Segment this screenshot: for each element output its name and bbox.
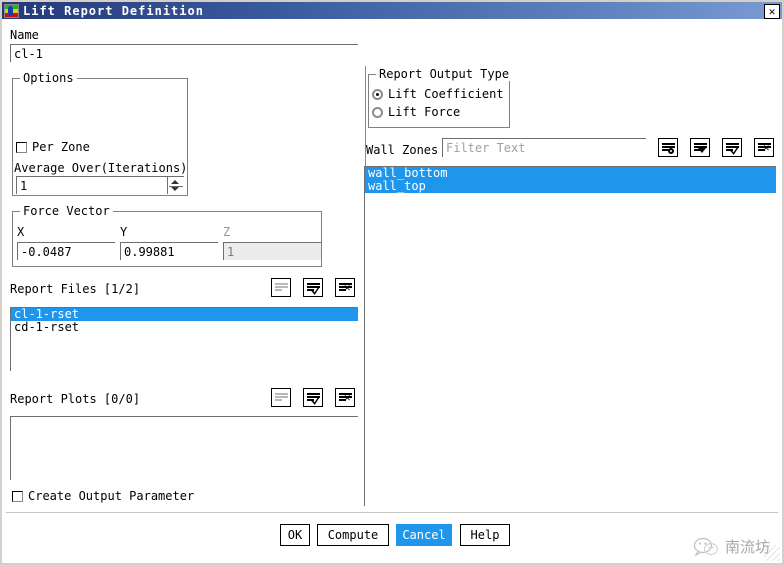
create-output-parameter-label: Create Output Parameter xyxy=(28,489,195,503)
report-files-select-all-icon[interactable] xyxy=(303,278,323,297)
average-over-label: Average Over(Iterations) xyxy=(14,161,188,175)
lift-report-definition-dialog: Lift Report Definition ✕ Name cl-1 Optio… xyxy=(0,0,784,565)
filter-placeholder: Filter Text xyxy=(446,141,526,155)
create-output-parameter-checkbox[interactable]: Create Output Parameter xyxy=(12,489,194,503)
cancel-button[interactable]: Cancel xyxy=(396,524,452,546)
report-plots-select-all-icon[interactable] xyxy=(303,388,323,407)
force-x-label: X xyxy=(17,225,25,239)
compute-button[interactable]: Compute xyxy=(317,524,389,546)
report-plots-list-icon[interactable] xyxy=(271,388,291,407)
report-plots-label: Report Plots [0/0] xyxy=(10,392,141,406)
resize-grip[interactable] xyxy=(764,545,780,561)
spinner-buttons[interactable] xyxy=(167,177,184,194)
new-zone-icon[interactable] xyxy=(658,138,678,157)
list-item[interactable]: wall_bottom xyxy=(365,167,776,180)
per-zone-label: Per Zone xyxy=(32,140,90,154)
report-files-label: Report Files [1/2] xyxy=(10,282,141,296)
select-all-icon[interactable] xyxy=(722,138,742,157)
force-z-input: 1 xyxy=(223,242,321,260)
report-files-list-icon[interactable] xyxy=(271,278,291,297)
wechat-icon xyxy=(693,537,719,557)
list-item[interactable]: cd-1-rset xyxy=(11,321,358,334)
radio-button-icon xyxy=(372,88,383,100)
per-zone-checkbox[interactable]: Per Zone xyxy=(16,140,90,154)
name-input[interactable]: cl-1 xyxy=(10,44,358,62)
report-output-type-group: Report Output Type xyxy=(368,67,513,128)
name-label: Name xyxy=(10,28,39,42)
report-output-type-legend: Report Output Type xyxy=(376,67,513,81)
radio-button-icon xyxy=(372,106,383,118)
wall-zones-list[interactable]: wall_bottom wall_top xyxy=(364,166,776,506)
report-files-deselect-all-icon[interactable]: ✕ xyxy=(335,278,355,297)
spinner-down-icon xyxy=(171,187,179,191)
wall-zones-label: Wall Zones xyxy=(366,143,439,157)
report-plots-list[interactable] xyxy=(10,416,358,480)
checkbox-box xyxy=(12,490,23,502)
force-z-label: Z xyxy=(223,225,231,239)
options-legend: Options xyxy=(20,71,77,85)
force-y-label: Y xyxy=(120,225,128,239)
window-title: Lift Report Definition xyxy=(23,3,204,18)
fluent-contour-icon xyxy=(4,3,19,18)
force-y-input[interactable]: 0.99881 xyxy=(120,242,218,260)
close-icon[interactable]: ✕ xyxy=(764,4,780,19)
footer-divider xyxy=(6,512,778,513)
watermark: 南流坊 xyxy=(693,536,770,557)
ok-button[interactable]: OK xyxy=(280,524,310,546)
wall-zones-filter-input[interactable]: Filter Text xyxy=(442,138,646,157)
radio-label: Lift Coefficient xyxy=(388,87,504,101)
spinner-up-icon xyxy=(171,180,179,184)
report-files-list[interactable]: cl-1-rset cd-1-rset xyxy=(10,307,358,371)
title-bar: Lift Report Definition ✕ xyxy=(2,2,782,19)
radio-lift-force[interactable]: Lift Force xyxy=(372,105,460,119)
checkbox-box xyxy=(16,141,27,153)
report-plots-deselect-all-icon[interactable]: ✕ xyxy=(335,388,355,407)
list-item[interactable]: wall_top xyxy=(365,180,776,193)
radio-lift-coefficient[interactable]: Lift Coefficient xyxy=(372,87,504,101)
deselect-all-icon[interactable]: ✕ xyxy=(754,138,774,157)
radio-label: Lift Force xyxy=(388,105,461,119)
average-over-value: 1 xyxy=(20,178,28,193)
average-over-stepper[interactable]: 1 xyxy=(16,176,184,194)
help-button[interactable]: Help xyxy=(460,524,510,546)
force-x-input[interactable]: -0.0487 xyxy=(17,242,115,260)
force-vector-legend: Force Vector xyxy=(20,204,113,218)
filter-dropdown-icon[interactable] xyxy=(690,138,710,157)
